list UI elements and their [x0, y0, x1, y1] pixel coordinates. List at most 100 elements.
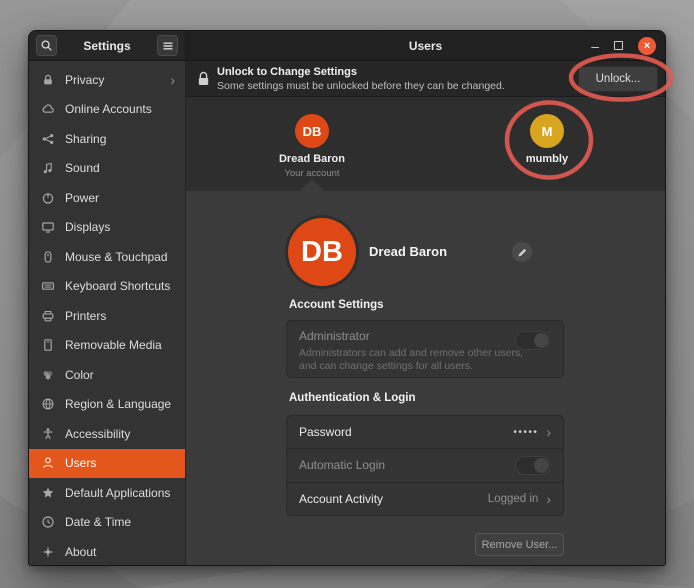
user-subtitle: Your account	[257, 168, 367, 179]
sidebar-item-displays[interactable]: Displays	[29, 213, 185, 243]
user-tile-dread-baron[interactable]: DB Dread Baron Your account	[257, 97, 367, 179]
sidebar-item-printers[interactable]: Printers	[29, 301, 185, 331]
profile-avatar: DB	[288, 218, 356, 286]
account-activity-row[interactable]: Account Activity Logged in ›	[287, 482, 563, 515]
globe-icon	[41, 397, 55, 411]
avatar: M	[530, 114, 564, 148]
sidebar-item-label: Default Applications	[65, 486, 170, 500]
password-row[interactable]: Password ••••• ›	[287, 416, 563, 448]
authentication-card: Password ••••• › Automatic Login Ac	[286, 415, 564, 516]
automatic-login-label: Automatic Login	[299, 458, 385, 472]
automatic-login-toggle[interactable]	[515, 456, 551, 475]
keyboard-icon	[41, 279, 55, 293]
unlock-button[interactable]: Unlock...	[578, 66, 658, 92]
sidebar-item-about[interactable]: About	[29, 537, 185, 566]
sidebar-item-mouse-touchpad[interactable]: Mouse & Touchpad	[29, 242, 185, 272]
selected-user-notch	[299, 180, 325, 191]
users-panel: Unlock to Change Settings Some settings …	[186, 61, 665, 565]
account-settings-header: Account Settings	[289, 299, 384, 311]
sidebar-item-label: Sharing	[65, 132, 106, 146]
administrator-card: Administrator Administrators can add and…	[286, 320, 564, 378]
sidebar-item-sound[interactable]: Sound	[29, 154, 185, 184]
star-icon	[41, 486, 55, 500]
printer-icon	[41, 309, 55, 323]
sidebar-item-power[interactable]: Power	[29, 183, 185, 213]
sidebar-item-removable-media[interactable]: Removable Media	[29, 331, 185, 361]
account-activity-label: Account Activity	[299, 492, 383, 506]
sidebar-item-online-accounts[interactable]: Online Accounts	[29, 95, 185, 125]
search-button[interactable]	[36, 35, 57, 56]
remove-user-button[interactable]: Remove User...	[475, 533, 564, 556]
chevron-right-icon: ›	[546, 492, 551, 506]
authentication-header: Authentication & Login	[289, 392, 415, 404]
password-label: Password	[299, 425, 352, 439]
power-icon	[41, 191, 55, 205]
clock-icon	[41, 515, 55, 529]
sidebar-item-color[interactable]: Color	[29, 360, 185, 390]
lock-icon	[41, 73, 55, 87]
sidebar-item-label: Users	[65, 456, 96, 470]
account-activity-value: Logged in	[488, 493, 539, 505]
color-icon	[41, 368, 55, 382]
sidebar-item-label: Sound	[65, 161, 100, 175]
lock-icon	[197, 71, 210, 87]
avatar: DB	[295, 114, 329, 148]
minimize-button[interactable]: –	[591, 41, 599, 51]
sidebar-item-accessibility[interactable]: Accessibility	[29, 419, 185, 449]
display-icon	[41, 220, 55, 234]
automatic-login-row: Automatic Login	[287, 448, 563, 481]
user-name: mumbly	[492, 153, 602, 165]
sidebar-item-label: Mouse & Touchpad	[65, 250, 168, 264]
sidebar: Privacy› Online Accounts Sharing Sound Power…	[29, 61, 186, 565]
user-tile-mumbly[interactable]: M mumbly	[492, 97, 602, 165]
menu-button[interactable]	[157, 35, 178, 56]
removable-media-icon	[41, 338, 55, 352]
sidebar-item-privacy[interactable]: Privacy›	[29, 65, 185, 95]
titlebar: Settings Users – ×	[29, 31, 665, 61]
share-icon	[41, 132, 55, 146]
sidebar-item-label: Keyboard Shortcuts	[65, 279, 170, 293]
sidebar-item-label: About	[65, 545, 96, 559]
search-icon	[40, 39, 53, 52]
sidebar-item-label: Region & Language	[65, 397, 171, 411]
sidebar-item-label: Power	[65, 191, 99, 205]
administrator-toggle[interactable]	[515, 331, 551, 350]
accessibility-icon	[41, 427, 55, 441]
edit-name-button[interactable]	[511, 241, 533, 263]
chevron-right-icon: ›	[170, 73, 175, 87]
settings-window: Settings Users – × Privacy› Online Accoun…	[28, 30, 666, 566]
sidebar-item-label: Color	[65, 368, 94, 382]
sidebar-item-label: Removable Media	[65, 338, 162, 352]
settings-title: Settings	[83, 39, 130, 53]
unlock-banner: Unlock to Change Settings Some settings …	[186, 61, 665, 97]
unlock-banner-title: Unlock to Change Settings	[217, 66, 357, 78]
sidebar-item-label: Online Accounts	[65, 102, 152, 116]
mouse-icon	[41, 250, 55, 264]
panel-titlebar: Users – ×	[186, 31, 665, 60]
maximize-button[interactable]	[614, 41, 623, 50]
sidebar-item-date-time[interactable]: Date & Time	[29, 508, 185, 538]
person-icon	[41, 456, 55, 470]
sidebar-item-keyboard-shortcuts[interactable]: Keyboard Shortcuts	[29, 272, 185, 302]
user-name: Dread Baron	[257, 153, 367, 165]
sidebar-item-label: Displays	[65, 220, 110, 234]
sidebar-list: Privacy› Online Accounts Sharing Sound Power…	[29, 65, 185, 566]
pencil-icon	[517, 247, 528, 258]
password-value: •••••	[513, 427, 538, 438]
administrator-description: Administrators can add and remove other …	[299, 347, 541, 373]
sidebar-item-sharing[interactable]: Sharing	[29, 124, 185, 154]
close-button[interactable]: ×	[638, 37, 656, 55]
starburst-icon	[41, 545, 55, 559]
music-note-icon	[41, 161, 55, 175]
sidebar-item-label: Date & Time	[65, 515, 131, 529]
sidebar-item-default-applications[interactable]: Default Applications	[29, 478, 185, 508]
sidebar-item-label: Printers	[65, 309, 106, 323]
cloud-icon	[41, 102, 55, 116]
toggle-knob	[534, 333, 549, 348]
administrator-label: Administrator	[299, 329, 551, 343]
sidebar-item-users[interactable]: Users	[29, 449, 185, 479]
chevron-right-icon: ›	[546, 425, 551, 439]
window-controls: – ×	[591, 37, 656, 55]
toggle-knob	[534, 458, 549, 473]
sidebar-item-region-language[interactable]: Region & Language	[29, 390, 185, 420]
